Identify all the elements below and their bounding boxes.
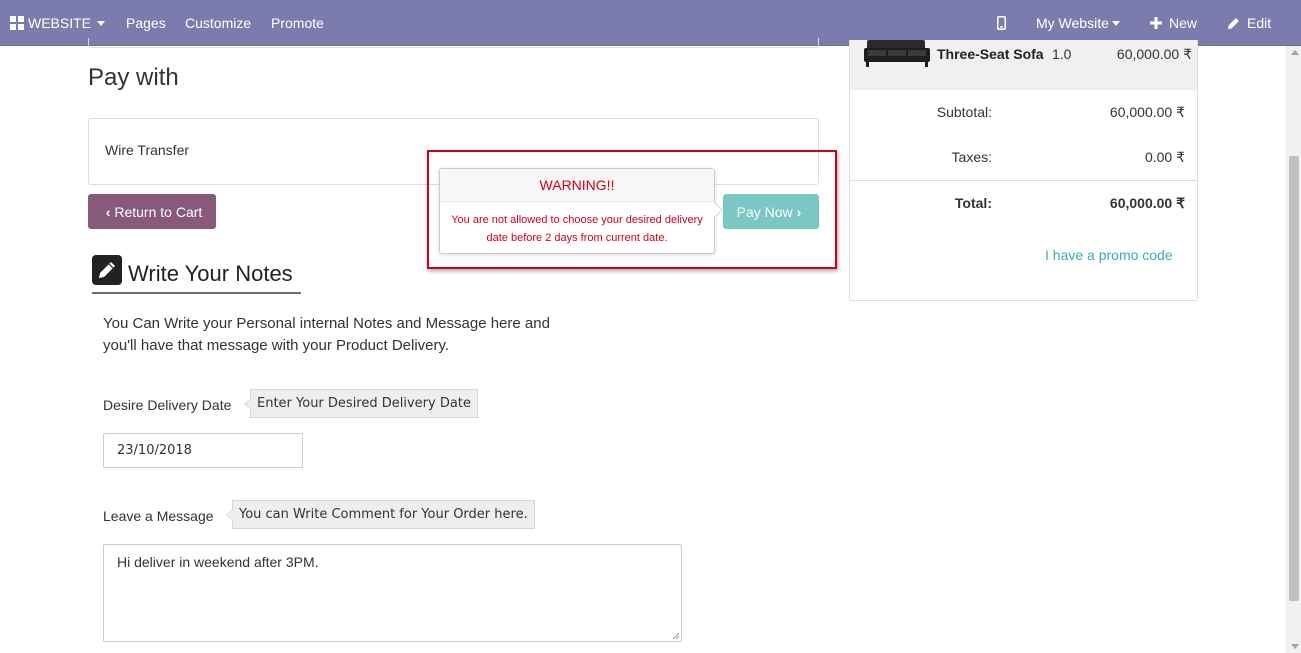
pay-with-title: Pay with [88,64,179,91]
notes-description: You Can Write your Personal internal Not… [103,315,550,354]
message-label: Leave a Message [103,508,214,524]
notes-heading: Write Your Notes [92,254,301,294]
pages-menu-label: Pages [126,15,166,31]
website-menu-label: WEBSITE [28,15,92,31]
subtotal-value: 60,000.00 ₹ [1109,104,1185,120]
my-website-label: My Website [1036,15,1109,31]
scrollbar-thumb[interactable] [1289,156,1299,601]
chevron-down-icon [1111,20,1120,26]
grid-icon [10,16,24,30]
subtotal-label: Subtotal: [936,104,992,120]
total-label: Total: [954,195,992,211]
scroll-up-icon[interactable] [1291,50,1299,55]
pencil-icon [1228,17,1239,29]
total-value: 60,000.00 ₹ [1109,195,1185,211]
return-to-cart-button[interactable]: ‹ Return to Cart [88,194,216,229]
return-to-cart-label: Return to Cart [114,203,203,220]
order-summary-panel: Three-Seat Sofa 1.0 60,000.00 ₹ Subtotal… [849,40,1198,301]
cart-product-row: Three-Seat Sofa 1.0 60,000.00 ₹ [850,40,1197,90]
scroll-down-icon[interactable] [1291,644,1299,649]
warning-title: WARNING!! [440,169,714,202]
product-quantity: 1.0 [1052,46,1072,62]
sofa-image [864,40,930,67]
product-price: 60,000.00 ₹ [1116,46,1192,62]
mobile-icon [997,16,1006,30]
new-button-label: New [1169,15,1198,31]
message-textarea[interactable]: Hi deliver in weekend after 3PM. [103,544,682,642]
customize-menu-label: Customize [185,15,252,31]
product-name[interactable]: Three-Seat Sofa [937,46,1044,62]
summary-divider [850,180,1197,181]
edit-button-label: Edit [1247,15,1272,31]
notes-title: Write Your Notes [128,261,293,286]
plus-icon [1150,17,1162,29]
promo-code-link[interactable]: I have a promo code [1045,247,1173,263]
address-panel-bottom [88,38,819,48]
page-scrollbar[interactable] [1286,46,1301,653]
delivery-date-label: Desire Delivery Date [103,397,232,413]
message-text: Hi deliver in weekend after 3PM. [117,554,319,570]
chevron-down-icon [97,20,106,26]
edit-button[interactable]: Edit [1227,0,1271,46]
taxes-label: Taxes: [951,149,992,165]
delivery-date-hint: Enter Your Desired Delivery Date [244,389,478,418]
delivery-date-input[interactable]: 23/10/2018 [103,433,303,468]
taxes-value: 0.00 ₹ [1144,149,1185,165]
chevron-left-icon: ‹ [105,203,111,220]
warning-popover: WARNING!! You are not allowed to choose … [439,168,723,254]
promote-menu-label: Promote [271,15,324,31]
resize-handle-icon[interactable] [671,631,680,640]
warning-message: You are not allowed to choose your desir… [451,214,703,244]
payment-method-label: Wire Transfer [105,142,190,158]
edit-note-icon [92,255,122,285]
message-hint: You can Write Comment for Your Order her… [226,500,535,529]
